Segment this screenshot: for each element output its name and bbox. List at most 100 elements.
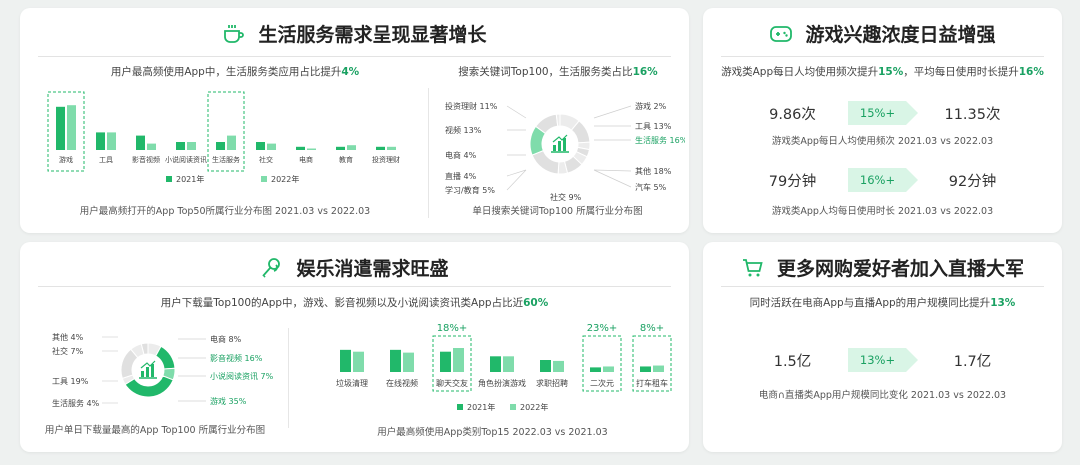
bar-2022 xyxy=(347,145,356,150)
bar-2021 xyxy=(640,366,651,372)
services-left-caption-wrap: 用户最高频打开的App Top50所属行业分布图 2021.03 vs 2022… xyxy=(20,203,430,217)
games-duration-row: 79分钟 16%+ 92分钟 xyxy=(703,168,1062,192)
growth-annotation: 23%+ xyxy=(587,323,618,334)
users-2021: 1.5亿 xyxy=(773,353,812,370)
bar-2021 xyxy=(590,367,601,372)
growth-annotation: 18%+ xyxy=(437,323,468,334)
services-title: 生活服务需求呈现显著增长 xyxy=(258,24,487,46)
category-label: 聊天交友 xyxy=(436,378,468,388)
arrow-badge: 15%+ xyxy=(847,101,918,125)
bar-2021 xyxy=(256,142,265,150)
games-title: 游戏兴趣浓度日益增强 xyxy=(805,24,996,46)
slice-label: 小说阅读资讯 7% xyxy=(210,371,274,381)
bar-2021 xyxy=(56,106,65,150)
services-card: 生活服务需求呈现显著增长 用户最高频使用App中，生活服务类应用占比提升4% 搜… xyxy=(20,8,689,233)
bar-2021 xyxy=(296,146,305,150)
slice-label: 工具 13% xyxy=(635,122,672,131)
shopping-cart-icon xyxy=(742,258,763,276)
games-subtitle: 游戏类App每日人均使用频次提升15%，平均每日使用时长提升16% xyxy=(721,66,1044,78)
games-duration-caption: 游戏类App人均每日使用时长 2021.03 vs 2022.03 xyxy=(771,206,994,217)
bar-2022 xyxy=(147,143,156,150)
slice-label: 学习/教育 5% xyxy=(445,185,495,195)
bar-2021 xyxy=(216,142,225,150)
bar-2022 xyxy=(553,360,564,372)
slice-label: 工具 19% xyxy=(52,377,89,386)
livestream-title-row: 更多网购爱好者加入直播大军 xyxy=(703,254,1062,281)
bar-2022 xyxy=(603,366,614,372)
legend-label: 2021年 xyxy=(467,402,495,412)
category-label: 角色扮演游戏 xyxy=(478,378,526,388)
bar-2021 xyxy=(440,351,451,372)
duration-2022: 92分钟 xyxy=(948,173,997,190)
category-label: 游戏 xyxy=(59,155,73,164)
services-bar-chart: 游戏 工具 影音视频 小说阅读资讯 生活服务 社交 电商 教育 投资理财 2021年 2022年 xyxy=(47,91,400,184)
slice-label: 社交 9% xyxy=(550,192,582,202)
bar-2021 xyxy=(336,146,345,150)
leader-line xyxy=(593,105,632,119)
livestream-title-divider xyxy=(721,286,1044,287)
duration-2021: 79分钟 xyxy=(768,173,817,190)
bar-2022 xyxy=(387,146,396,150)
category-label: 影音视频 xyxy=(132,155,160,164)
category-label: 打车租车 xyxy=(636,378,668,388)
bar-2022 xyxy=(107,132,116,150)
slice-label: 游戏 2% xyxy=(635,101,667,111)
donut-slice xyxy=(155,345,176,370)
growth-annotation: 8%+ xyxy=(640,323,664,334)
category-label: 电商 xyxy=(299,155,313,164)
bar-2021 xyxy=(390,349,401,372)
entertainment-title-divider xyxy=(38,286,671,287)
gamepad-icon xyxy=(770,25,793,42)
slice-label: 汽车 5% xyxy=(635,182,667,192)
slice-label: 生活服务 16% xyxy=(635,135,685,145)
legend-label: 2022年 xyxy=(520,402,548,412)
bar-2022 xyxy=(403,352,414,372)
legend-swatch-2022 xyxy=(261,176,267,182)
category-label: 生活服务 xyxy=(212,155,240,164)
slice-label: 其他 18% xyxy=(635,166,672,176)
category-label: 垃圾清理 xyxy=(336,378,368,388)
category-label: 二次元 xyxy=(590,378,614,388)
keyword-donut-chart: 投资理财 11% 视频 13% 电商 4% 直播 4% 学习/教育 5% 社交 9% 汽车 … xyxy=(445,101,685,202)
legend-label: 2022年 xyxy=(271,174,299,184)
bar-2021 xyxy=(340,349,351,372)
entertainment-subtitle: 用户下载量Top100的App中，游戏、影音视频以及小说阅读资讯类App占比近6… xyxy=(160,297,549,309)
leader-line xyxy=(506,105,527,119)
entertainment-card: 娱乐消遣需求旺盛 用户下载量Top100的App中，游戏、影音视频以及小说阅读资… xyxy=(20,242,689,452)
slice-label: 投资理财 11% xyxy=(445,101,498,111)
entertainment-divider xyxy=(288,328,289,428)
slice-label: 电商 4% xyxy=(445,150,477,160)
bar-2022 xyxy=(503,356,514,372)
bar-2022 xyxy=(353,351,364,372)
frequency-2021: 9.86次 xyxy=(769,106,816,123)
services-divider xyxy=(428,88,429,218)
games-title-divider xyxy=(721,56,1044,57)
arrow-badge: 16%+ xyxy=(847,168,918,192)
services-left-caption: 用户最高频打开的App Top50所属行业分布图 2021.03 vs 2022… xyxy=(79,206,371,217)
services-right-subtitle: 搜索关键词Top100，生活服务类占比16% xyxy=(458,66,658,78)
entertainment-title-row: 娱乐消遣需求旺盛 xyxy=(20,254,689,281)
bar-2021 xyxy=(490,356,501,372)
bar-2022 xyxy=(307,148,316,150)
category-label: 社交 xyxy=(259,155,273,164)
legend-swatch-2021 xyxy=(166,176,172,182)
games-card: 游戏兴趣浓度日益增强 游戏类App每日人均使用频次提升15%，平均每日使用时长提… xyxy=(703,8,1062,233)
users-2022: 1.7亿 xyxy=(953,353,992,370)
leader-line xyxy=(593,169,632,172)
bar-2022 xyxy=(187,142,196,150)
coffee-cup-icon xyxy=(224,24,245,43)
slice-label: 生活服务 4% xyxy=(52,398,100,408)
bar-2022 xyxy=(67,105,76,150)
slice-label: 直播 4% xyxy=(445,171,477,181)
entertainment-left-caption: 用户单日下载量最高的App Top100 所属行业分布图 xyxy=(44,425,266,436)
leader-line xyxy=(593,169,632,188)
category-label: 在线视频 xyxy=(386,378,418,388)
arrow-badge: 13%+ xyxy=(847,348,918,372)
livestream-title: 更多网购爱好者加入直播大军 xyxy=(776,258,1024,280)
slice-label: 游戏 35% xyxy=(210,396,247,406)
bar-chart-icon xyxy=(139,360,157,379)
bar-2022 xyxy=(227,135,236,150)
services-right-caption-wrap: 单日搜索关键词Top100 所属行业分布图 xyxy=(430,203,685,217)
microphone-icon xyxy=(262,257,281,278)
services-right-caption: 单日搜索关键词Top100 所属行业分布图 xyxy=(472,206,643,217)
